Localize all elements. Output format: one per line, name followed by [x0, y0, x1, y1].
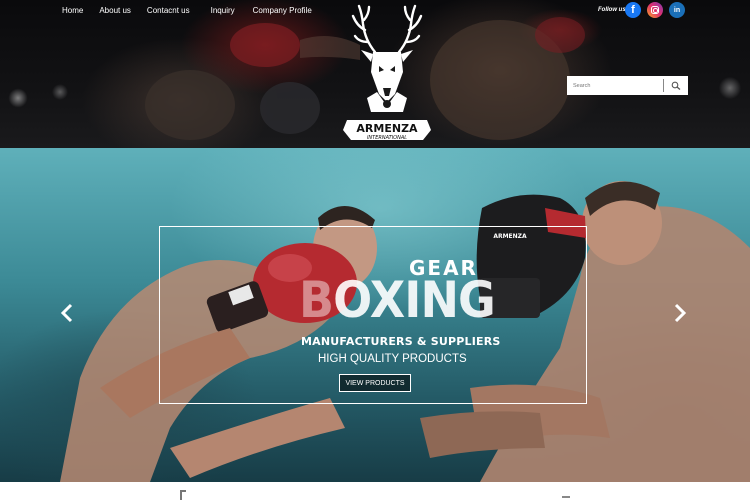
search-box — [567, 76, 688, 95]
chevron-left-icon — [60, 303, 73, 323]
nav-contact-us[interactable]: Contacnt us — [147, 6, 190, 16]
nav-about-us[interactable]: About us — [99, 6, 131, 16]
hero-boxing-first-letter: B — [299, 271, 334, 329]
instagram-icon — [651, 6, 659, 14]
chevron-right-icon — [674, 303, 687, 323]
search-icon — [671, 81, 681, 90]
slider-next-button[interactable] — [670, 298, 690, 328]
hero-slider: ARMENZA GEAR BOXING MANUFACTURERS & SUPP… — [0, 148, 750, 482]
nav-company-profile[interactable]: Company Profile — [253, 6, 312, 16]
facebook-button[interactable]: f — [625, 2, 641, 18]
content-section-start — [0, 482, 750, 500]
hero-boxing-heading: BOXING — [299, 271, 496, 329]
slider-prev-button[interactable] — [57, 298, 77, 328]
search-input[interactable] — [567, 76, 663, 95]
nav-home[interactable]: Home — [62, 6, 83, 16]
follow-us-label: Follow us — [598, 7, 626, 13]
site-header: Home About us Contacnt us Inquiry Compan… — [0, 0, 750, 148]
linkedin-icon: in — [673, 6, 681, 14]
hero-manufacturers-text: MANUFACTURERS & SUPPLIERS — [301, 335, 501, 348]
view-products-button[interactable]: VIEW PRODUCTS — [339, 374, 411, 392]
nav-inquiry[interactable]: Inquiry — [211, 6, 235, 16]
armenza-logo[interactable]: ARMENZA INTERNATIONAL — [343, 2, 431, 144]
search-button[interactable] — [664, 76, 688, 95]
hero-quality-text: HIGH QUALITY PRODUCTS — [318, 353, 467, 365]
logo-brand-text: ARMENZA — [356, 122, 418, 135]
decorative-bracket — [180, 490, 186, 500]
stag-head-icon: ARMENZA INTERNATIONAL — [343, 4, 431, 141]
linkedin-button[interactable]: in — [669, 2, 685, 18]
facebook-icon: f — [631, 4, 635, 16]
decorative-dash — [562, 496, 570, 498]
main-nav: Home About us Contacnt us Inquiry Compan… — [62, 6, 312, 16]
logo-tagline-text: INTERNATIONAL — [367, 135, 407, 141]
instagram-button[interactable] — [647, 2, 663, 18]
hero-boxing-rest: OXING — [333, 271, 496, 329]
